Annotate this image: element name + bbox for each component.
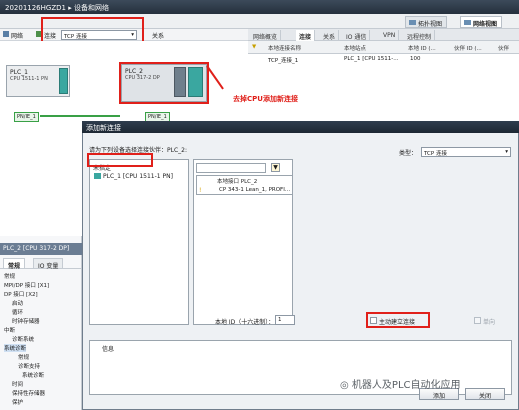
tree-item[interactable]: 系统诊断 (4, 344, 27, 352)
network-icon (3, 31, 9, 37)
tree-item[interactable]: 常规 (4, 272, 15, 280)
tab-general[interactable]: 常规 (3, 258, 26, 270)
warning-icon: ! (199, 187, 202, 194)
chevron-down-icon: ▾ (505, 149, 508, 155)
breadcrumb-sep: ▸ (68, 4, 72, 12)
properties-tabs: 常规 IO 变量 (0, 257, 82, 270)
tree-item[interactable]: 诊断系统 (12, 335, 34, 343)
highlight-plc2 (119, 62, 209, 104)
tree-item[interactable]: 时间 (12, 380, 23, 388)
tree-item[interactable]: 保护 (12, 398, 23, 406)
plc-icon (94, 173, 101, 179)
network-label-1[interactable]: PN/IE_1 (14, 112, 39, 122)
network-icon (464, 20, 471, 25)
topology-icon (409, 20, 416, 25)
tab-vpn[interactable]: VPN (380, 30, 400, 41)
tree-item[interactable]: 启动 (12, 299, 23, 307)
network-line (40, 115, 120, 117)
network-button[interactable]: 网络 (11, 31, 23, 40)
tab-connections[interactable]: 连接 (296, 30, 316, 41)
info-label: 信息 (102, 346, 115, 353)
highlight-active (366, 312, 430, 328)
filter-icon[interactable]: ▼ (271, 163, 280, 172)
tab-relations[interactable]: 关系 (320, 30, 340, 41)
overview-tabs: 网络概览 连接 关系 IO 通信 VPN 远程控制 (248, 29, 519, 41)
watermark: ◎ 机器人及PLC自动化应用 (340, 380, 461, 391)
title-bar: 20201126HGZD1 ▸ 设备和网络 (0, 0, 519, 14)
tab-io-variables[interactable]: IO 变量 (33, 258, 64, 270)
interface-header: 本地接口 PLC_2 (217, 179, 258, 185)
search-input[interactable] (196, 163, 266, 173)
tab-remote-control[interactable]: 远程控制 (404, 30, 436, 41)
oneway-checkbox[interactable] (474, 317, 481, 324)
oneway-label: 单向 (483, 319, 496, 326)
network-canvas[interactable]: PLC_1 CPU 1511-1 PN PLC_2 CPU 317-2 DP P… (0, 41, 248, 126)
project-name: 20201126HGZD1 (5, 4, 66, 12)
tree-item[interactable]: DP 接口 [X2] (4, 290, 38, 298)
tree-item[interactable]: MPI/DP 接口 [X1] (4, 281, 49, 289)
highlight-unspecified (87, 153, 153, 167)
page-name: 设备和网络 (73, 4, 109, 12)
local-id-input[interactable]: 1 (275, 315, 295, 325)
tree-item[interactable]: 诊断支持 (18, 362, 40, 370)
annotation-text: 去掉CPU添加新连接 (233, 95, 298, 103)
tab-topology-view[interactable]: 拓扑视图 (405, 16, 448, 28)
partner-plc1-item[interactable]: PLC_1 [CPU 1511-1 PN] (103, 173, 173, 180)
tab-network-view[interactable]: 网络视图 (460, 16, 503, 28)
filter-icon[interactable]: ▼ (252, 44, 256, 50)
local-id-label: 本地 ID（十六进制）： (215, 319, 275, 326)
partner-tree: 未指定 PLC_1 [CPU 1511-1 PN] (89, 159, 189, 325)
tree-item[interactable]: 保持性存储器 (12, 389, 45, 397)
plc1-device[interactable]: PLC_1 CPU 1511-1 PN (6, 65, 70, 97)
dialog-title: 添加新连接 (82, 121, 519, 133)
connections-table-header: ▼ 本地连接名称 本地站点 本地 ID (... 伙伴 ID (... 伙伴 (248, 41, 519, 54)
tree-item[interactable]: 常规 (18, 353, 29, 361)
tab-io-comm[interactable]: IO 通信 (343, 30, 371, 41)
relation-button[interactable]: 关系 (152, 31, 164, 40)
plc1-module (59, 68, 68, 94)
tree-item[interactable]: 中断 (4, 326, 15, 334)
properties-title: PLC_2 [CPU 317-2 DP] (0, 243, 82, 255)
highlight-connection-type (41, 17, 144, 44)
tree-item[interactable]: 系统诊断 (22, 371, 44, 379)
tree-item[interactable]: 循环 (12, 308, 23, 316)
table-row[interactable]: TCP_连接_1 PLC_1 [CPU 1511-... 100 (248, 54, 519, 64)
dialog-body: 请为下列设备选择连接伙伴：PLC_2: 类型： TCP 连接 ▾ 未指定 PLC_… (83, 133, 518, 409)
type-select[interactable]: TCP 连接 ▾ (421, 147, 511, 157)
close-button[interactable]: 关闭 (465, 388, 505, 400)
properties-tree: 常规 MPI/DP 接口 [X1] DP 接口 [X2] 启动 循环 时钟存储器… (0, 270, 82, 410)
interface-item[interactable]: CP 343-1 Lean_1, PROFI... (219, 187, 290, 193)
interface-table: 本地接口 PLC_2 ! CP 343-1 Lean_1, PROFI... (196, 175, 293, 195)
tab-network-overview[interactable]: 网络概览 (250, 30, 282, 41)
wechat-icon: ◎ (340, 380, 349, 391)
tree-item[interactable]: 时钟存储器 (12, 317, 40, 325)
type-label: 类型： (399, 150, 418, 157)
